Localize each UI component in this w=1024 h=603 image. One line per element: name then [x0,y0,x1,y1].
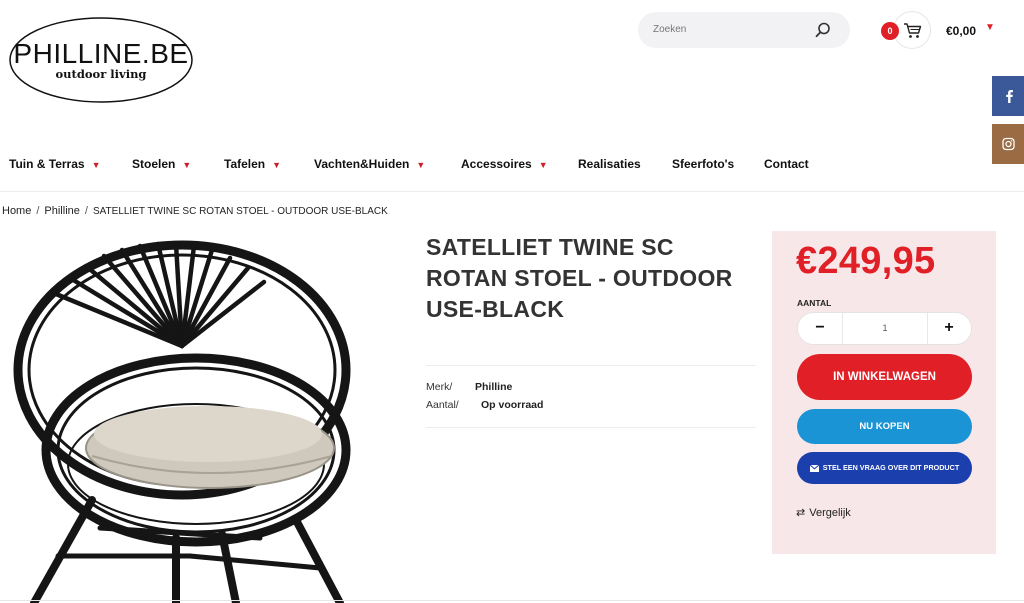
chevron-down-icon: ▼ [91,160,101,170]
search-box[interactable]: Zoeken [638,12,850,48]
brand-label: Merk/ [426,381,453,393]
quantity-decrease-button[interactable]: − [798,313,842,344]
meta-divider-top [426,365,756,366]
nav-item-vachten-huiden[interactable]: Vachten&Huiden ▼ [314,157,425,171]
footer-divider [0,600,1024,601]
chevron-down-icon: ▼ [182,160,192,170]
search-input[interactable]: Zoeken [653,24,686,35]
stock-value: Op voorraad [481,399,544,411]
nav-item-sfeerfotos[interactable]: Sfeerfoto's [672,157,734,171]
cart-count-badge: 0 [881,22,899,40]
breadcrumb: Home / Philline / SATELLIET TWINE SC ROTAN S… [2,205,388,217]
nav-divider [0,191,1024,192]
brand-value[interactable]: Philline [475,381,512,393]
chevron-down-icon[interactable]: ▼ [985,22,995,33]
ask-question-button[interactable]: STEL EEN VRAAG OVER DIT PRODUCT [797,452,972,484]
chevron-down-icon: ▼ [416,160,426,170]
quantity-stepper: − 1 + [797,312,972,345]
quantity-label: AANTAL [797,298,832,308]
mail-icon [809,464,819,472]
instagram-icon [1002,137,1015,151]
product-image[interactable] [0,238,360,603]
nav-item-stoelen[interactable]: Stoelen ▼ [132,157,191,171]
breadcrumb-current: SATELLIET TWINE SC ROTAN STOEL - OUTDOOR… [92,206,388,217]
buy-now-button[interactable]: NU KOPEN [797,409,972,444]
logo-wordmark: PHILLINE.BE [13,38,189,69]
chevron-down-icon: ▼ [538,160,548,170]
facebook-icon [1006,90,1013,103]
facebook-button[interactable] [992,76,1024,116]
cart-total[interactable]: €0,00 [946,24,976,38]
breadcrumb-home[interactable]: Home [2,205,31,217]
product-price: €249,95 [796,240,936,282]
chevron-down-icon: ▼ [272,160,282,170]
site-logo[interactable]: PHILLINE.BE outdoor living [8,16,194,104]
nav-item-contact[interactable]: Contact [764,157,809,171]
rattan-chair-image [13,240,351,603]
instagram-button[interactable] [992,124,1024,164]
nav-item-tuin-terras[interactable]: Tuin & Terras ▼ [9,157,101,171]
nav-item-accessoires[interactable]: Accessoires ▼ [461,157,548,171]
compare-link[interactable]: ⇄ Vergelijk [796,506,851,519]
compare-arrows-icon: ⇄ [796,507,806,519]
nav-item-tafelen[interactable]: Tafelen ▼ [224,157,281,171]
logo-tagline: outdoor living [55,67,147,81]
nav-item-realisaties[interactable]: Realisaties [578,157,641,171]
search-icon[interactable] [814,21,832,39]
product-title: SATELLIET TWINE SC ROTAN STOEL - OUTDOOR… [426,234,733,322]
add-to-cart-button[interactable]: IN WINKELWAGEN [797,354,972,400]
quantity-input[interactable]: 1 [842,313,928,344]
quantity-increase-button[interactable]: + [927,313,971,344]
cart-icon [904,23,922,38]
breadcrumb-brand[interactable]: Philline [44,205,79,217]
meta-divider-bottom [426,427,756,428]
stock-label: Aantal/ [426,399,459,411]
